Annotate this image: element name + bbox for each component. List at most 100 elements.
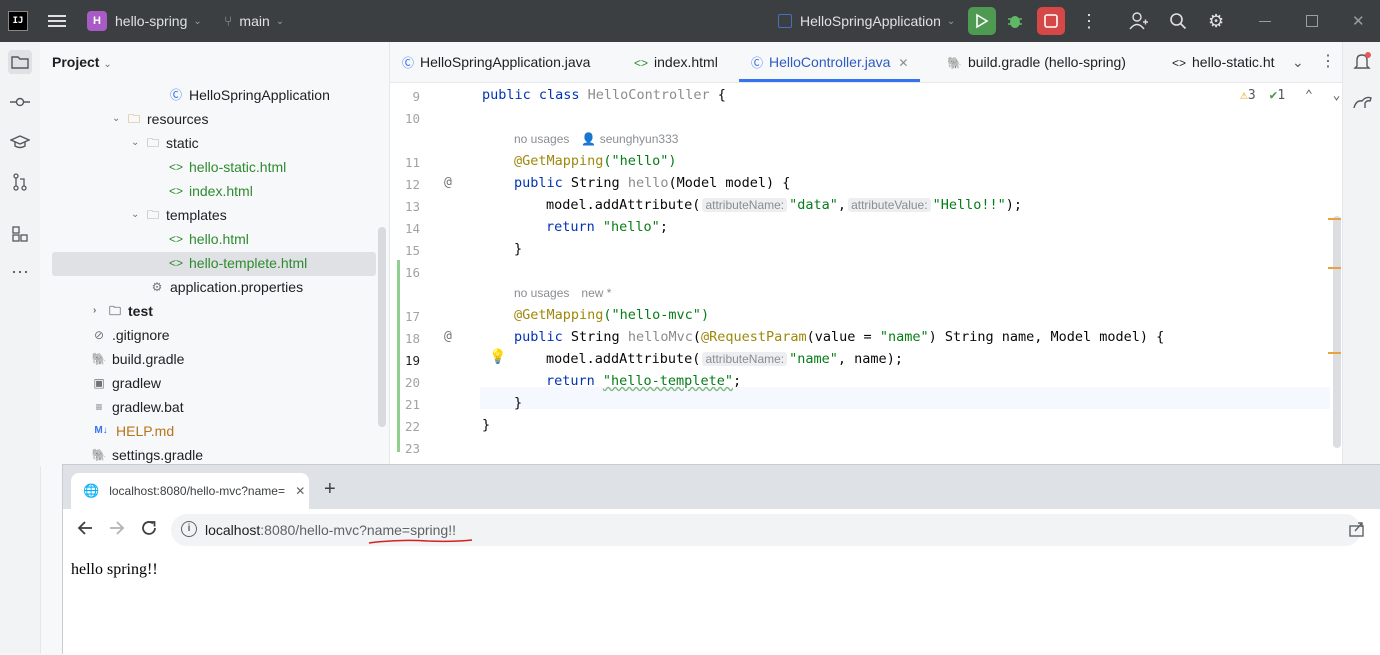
tree-item[interactable]: › 🗀 test xyxy=(93,299,153,323)
html-icon: <> xyxy=(168,160,183,174)
line-number: 14 xyxy=(404,221,420,236)
line-number: 11 xyxy=(404,155,420,170)
more-tools-icon[interactable]: ⋯ xyxy=(8,260,32,284)
branch-icon: ⑂ xyxy=(224,13,233,29)
editor-tabs: Ⓒ HelloSpringApplication.java <> index.htm… xyxy=(390,42,1343,83)
tree-item[interactable]: <> hello-templete.html xyxy=(168,251,307,275)
tree-item[interactable]: <> index.html xyxy=(168,179,253,203)
debug-icon[interactable] xyxy=(1005,0,1025,42)
html-icon: <> xyxy=(634,56,649,70)
share-icon[interactable] xyxy=(1349,521,1365,540)
error-stripe-mark[interactable] xyxy=(1328,267,1341,269)
chevron-down-icon[interactable]: ⌄ xyxy=(112,107,126,131)
folder-icon: 🗀 xyxy=(108,304,121,318)
learn-icon[interactable] xyxy=(8,130,32,154)
reload-icon[interactable] xyxy=(140,519,158,540)
structure-icon[interactable] xyxy=(8,222,32,246)
scrollbar[interactable] xyxy=(1333,216,1341,448)
inspection-widget[interactable]: ⚠3 ✔1 ⌃ ⌄ xyxy=(1240,88,1340,103)
tree-item[interactable]: M↓ HELP.md xyxy=(91,419,174,443)
notifications-icon[interactable] xyxy=(1353,52,1371,75)
class-icon: Ⓒ xyxy=(751,56,764,70)
line-number: 9 xyxy=(412,89,420,104)
close-icon[interactable]: ✕ xyxy=(295,484,305,498)
tree-item[interactable]: ▣ gradlew xyxy=(91,371,161,395)
minimize-button[interactable] xyxy=(1259,0,1271,42)
project-name: hello-spring xyxy=(115,13,188,29)
run-config-name: HelloSpringApplication xyxy=(800,13,941,29)
chevron-down-icon[interactable]: ⌄ xyxy=(131,131,145,155)
chevron-up-icon[interactable]: ⌃ xyxy=(1305,88,1313,103)
chevron-down-icon[interactable]: ⌄ xyxy=(131,203,145,227)
folder-icon[interactable] xyxy=(8,50,32,74)
tree-item[interactable]: ≡ gradlew.bat xyxy=(91,395,183,419)
project-switcher[interactable]: H hello-spring ⌄ xyxy=(87,0,202,42)
maximize-button[interactable] xyxy=(1306,0,1318,42)
branch-switcher[interactable]: ⑂ main ⌄ xyxy=(224,0,284,42)
url-text[interactable]: localhost:8080/hello-mvc?name=spring!! xyxy=(205,522,456,538)
project-panel-title[interactable]: Project ⌄ xyxy=(52,54,112,70)
browser-tab[interactable]: 🌐 localhost:8080/hello-mvc?name= ✕ xyxy=(71,473,309,509)
usage-hint[interactable]: no usages 👤 seunghyun333 xyxy=(514,132,678,146)
globe-icon: 🌐 xyxy=(83,483,100,498)
tab-hello-spring-application[interactable]: Ⓒ HelloSpringApplication.java xyxy=(402,42,590,82)
usage-hint[interactable]: no usages new * xyxy=(514,286,611,300)
tree-item[interactable]: ⌄ 🗀 resources xyxy=(112,107,208,131)
info-icon[interactable]: i xyxy=(181,521,197,537)
more-tabs-icon[interactable]: ⋮ xyxy=(1320,42,1336,82)
gear-icon[interactable]: ⚙ xyxy=(1208,0,1224,42)
search-icon[interactable] xyxy=(1169,0,1187,42)
folder-icon: 🗀 xyxy=(146,136,159,150)
commit-icon[interactable] xyxy=(8,90,32,114)
code-area[interactable]: ⚠3 ✔1 ⌃ ⌄ 9 10 11 12 13 14 15 16 17 18 1… xyxy=(390,82,1343,466)
app-icon xyxy=(778,14,792,28)
error-stripe-mark[interactable] xyxy=(1328,352,1341,354)
intellij-logo[interactable]: IJ xyxy=(8,11,28,31)
tree-item[interactable]: ⊘ .gitignore xyxy=(91,323,170,347)
at-icon[interactable]: @ xyxy=(444,175,452,190)
stop-button[interactable] xyxy=(1037,7,1065,35)
scrollbar[interactable] xyxy=(378,227,386,427)
error-stripe-mark[interactable] xyxy=(1328,218,1341,220)
at-icon[interactable]: @ xyxy=(444,329,452,344)
tab-hello-static[interactable]: <> hello-static.ht xyxy=(1172,42,1280,82)
class-icon: Ⓒ xyxy=(402,56,415,70)
run-config-selector[interactable]: HelloSpringApplication ⌄ xyxy=(778,0,955,42)
main-menu-icon[interactable] xyxy=(48,0,66,42)
browser-tab-title: localhost:8080/hello-mvc?name= xyxy=(109,484,285,498)
chevron-down-icon: ⌄ xyxy=(193,15,202,27)
line-number: 23 xyxy=(404,441,420,456)
chevron-right-icon[interactable]: › xyxy=(93,299,107,323)
pull-requests-icon[interactable] xyxy=(8,170,32,194)
tree-item[interactable]: 🐘 build.gradle xyxy=(91,347,185,371)
warning-icon: ⚠ xyxy=(1240,88,1248,103)
new-tab-button[interactable]: + xyxy=(324,479,336,499)
line-number: 10 xyxy=(404,111,420,126)
tree-item[interactable]: ⚙ application.properties xyxy=(149,275,303,299)
close-window-button[interactable]: ✕ xyxy=(1352,0,1365,42)
gradle-icon: 🐘 xyxy=(91,352,107,366)
tree-item[interactable]: ⌄ 🗀 templates xyxy=(131,203,227,227)
forward-icon[interactable] xyxy=(108,519,126,540)
tab-index-html[interactable]: <> index.html xyxy=(634,42,718,82)
tree-item[interactable]: <> hello.html xyxy=(168,227,249,251)
more-actions-icon[interactable]: ⋮ xyxy=(1080,0,1098,42)
page-text: hello spring!! xyxy=(71,561,158,578)
chevron-down-icon[interactable]: ⌄ xyxy=(1333,88,1341,103)
terminal-icon: ▣ xyxy=(93,376,105,390)
back-icon[interactable] xyxy=(76,519,94,540)
browser-toolbar: i localhost:8080/hello-mvc?name=spring!! xyxy=(63,509,1380,552)
tab-hello-controller[interactable]: Ⓒ HelloController.java ✕ xyxy=(739,42,921,82)
tree-item[interactable]: <> hello-static.html xyxy=(168,155,286,179)
lightbulb-icon[interactable]: 💡 xyxy=(489,349,506,365)
gradle-panel-icon[interactable] xyxy=(1353,94,1373,113)
current-line-highlight xyxy=(480,387,1330,409)
add-user-icon[interactable] xyxy=(1129,0,1149,42)
address-bar[interactable]: i localhost:8080/hello-mvc?name=spring!! xyxy=(171,514,1361,546)
tree-item[interactable]: Ⓒ HelloSpringApplication xyxy=(168,83,330,107)
rerun-button[interactable] xyxy=(968,7,996,35)
chevron-down-icon[interactable]: ⌄ xyxy=(1292,42,1304,82)
tree-item[interactable]: ⌄ 🗀 static xyxy=(131,131,199,155)
close-icon[interactable]: ✕ xyxy=(898,56,908,70)
tab-build-gradle[interactable]: 🐘 build.gradle (hello-spring) xyxy=(947,42,1126,82)
